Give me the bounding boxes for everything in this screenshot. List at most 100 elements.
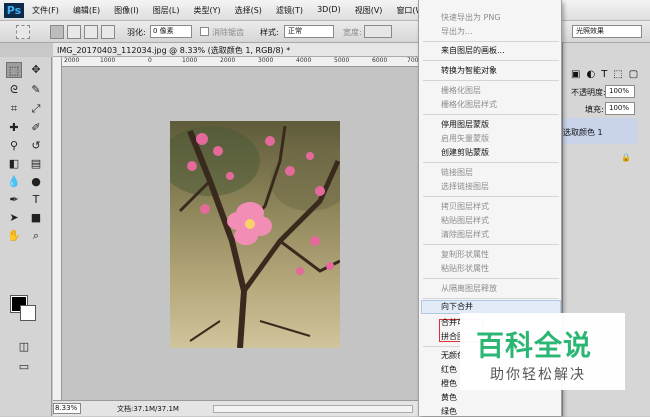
marquee-preset-icon[interactable] [16,25,30,39]
menu-link-layers[interactable]: 链接图层 [441,168,473,178]
menu-separator [423,244,559,245]
path-select-icon[interactable]: ➤ [6,210,22,226]
menu-copy-layer-style[interactable]: 拷贝图层样式 [441,202,489,212]
watermark-subtitle: 助你轻松解决 [490,367,586,383]
zoom-icon[interactable]: ⌕ [28,228,44,244]
menu-type[interactable]: 类型(Y) [193,5,220,16]
dodge-icon[interactable]: ● [28,174,44,190]
menu-enable-vector-mask[interactable]: 启用矢量蒙版 [441,134,489,144]
style-select[interactable]: 正常 [284,25,334,38]
menu-edit[interactable]: 编辑(E) [73,5,100,16]
ruler-tick-label: 2000 [220,57,236,64]
layer-name: 选取颜色 1 [563,128,603,137]
menu-export-as[interactable]: 导出为... [441,27,473,37]
hand-icon[interactable]: ✋ [6,228,22,244]
menu-release-from-isolation[interactable]: 从隔离图层释放 [441,284,497,294]
ruler-tick-label: 0 [148,57,152,64]
menu-rasterize-layer[interactable]: 栅格化图层 [441,86,481,96]
eraser-icon[interactable]: ◧ [6,156,22,172]
new-selection-icon[interactable] [50,25,64,39]
menu-view[interactable]: 视图(V) [355,5,383,16]
menu-file[interactable]: 文件(F) [32,5,59,16]
rectangle-shape-icon[interactable]: ■ [28,210,44,226]
antialias-checkbox[interactable] [200,27,209,36]
background-color-swatch[interactable] [20,305,36,321]
ruler-tick-label: 6000 [372,57,388,64]
vertical-ruler[interactable] [53,57,62,400]
subtract-selection-icon[interactable] [84,25,98,39]
lock-icon: 🔒 [621,153,631,162]
menu-paste-layer-style[interactable]: 粘贴图层样式 [441,216,489,226]
horizontal-scrollbar[interactable] [213,405,413,413]
opacity-input[interactable]: 100% [605,85,635,98]
ruler-tick-label: 4000 [296,57,312,64]
gradient-icon[interactable]: ▤ [28,156,44,172]
workspace-select[interactable]: 光照效果 [572,25,642,38]
document-tab-title: IMG_20170403_112034.jpg @ 8.33% (选取颜色 1,… [57,46,291,55]
add-selection-icon[interactable] [67,25,81,39]
clone-stamp-icon[interactable]: ⚲ [6,138,22,154]
menu-color-red[interactable]: 红色 [441,365,457,375]
menu-merge-down[interactable]: 向下合并 [441,302,473,312]
quick-select-icon[interactable]: ✎ [28,82,44,98]
menu-separator [423,80,559,81]
menu-quick-export-png[interactable]: 快速导出为 PNG [441,13,501,23]
width-input[interactable] [364,25,392,38]
menu-paste-shape-attributes[interactable]: 粘贴形状属性 [441,264,489,274]
menu-convert-smart-object[interactable]: 转换为智能对象 [441,66,497,76]
type-icon[interactable]: T [28,192,44,208]
menu-layer[interactable]: 图层(L) [153,5,180,16]
fill-label: 填充: [585,105,604,114]
rect-marquee-icon[interactable]: ⬚ [6,62,22,78]
menu-image[interactable]: 图像(I) [114,5,139,16]
ruler-tick-label: 3000 [258,57,274,64]
width-label: 宽度: [343,28,362,37]
menu-rasterize-layer-style[interactable]: 栅格化图层样式 [441,100,497,110]
menu-clear-layer-style[interactable]: 清除图层样式 [441,230,489,240]
pen-icon[interactable]: ✒ [6,192,22,208]
shape-filter-icon[interactable]: ⬚ [613,69,622,80]
history-brush-icon[interactable]: ↺ [28,138,44,154]
lasso-icon[interactable]: ᘓ [6,82,22,98]
watermark-title: 百科全说 [476,329,593,362]
adjustment-filter-icon[interactable]: ◐ [586,69,595,80]
quick-mask-icon[interactable]: ◫ [16,339,32,355]
layer-filter-icons: ▣ ◐ T ⬚ ▢ [571,69,638,80]
intersect-selection-icon[interactable] [101,25,115,39]
menu-filter[interactable]: 滤镜(T) [276,5,303,16]
feather-input[interactable]: 0 像素 [150,25,192,38]
feather-label: 羽化: [127,28,146,37]
fill-input[interactable]: 100% [605,102,635,115]
menu-color-orange[interactable]: 橙色 [441,379,457,389]
document-tab[interactable]: IMG_20170403_112034.jpg @ 8.33% (选取颜色 1,… [53,43,418,57]
menu-select-linked-layers[interactable]: 选择链接图层 [441,182,489,192]
healing-brush-icon[interactable]: ✚ [6,120,22,136]
blur-icon[interactable]: 💧 [6,174,22,190]
document-size-info[interactable]: 文档:37.1M/37.1M [117,404,179,414]
menu-select[interactable]: 选择(S) [235,5,262,16]
smart-filter-icon[interactable]: ▢ [629,69,638,80]
move-icon[interactable]: ✥ [28,62,44,78]
brush-icon[interactable]: ✐ [28,120,44,136]
opacity-label: 不透明度: [571,88,606,97]
style-label: 样式: [260,28,279,37]
ruler-tick-label: 5000 [334,57,350,64]
menu-3d[interactable]: 3D(D) [317,5,341,16]
horizontal-ruler[interactable]: 2000 1000 0 1000 2000 3000 4000 5000 600… [62,57,422,67]
zoom-level-input[interactable]: 8.33% [53,403,81,414]
menu-separator [423,41,559,42]
image-filter-icon[interactable]: ▣ [571,69,580,80]
screen-mode-icon[interactable]: ▭ [16,359,32,375]
ruler-tick-label: 1000 [182,57,198,64]
antialias-label: 消除锯齿 [212,28,244,37]
menu-disable-layer-mask[interactable]: 停用图层蒙版 [441,120,489,130]
eyedropper-icon[interactable]: ⤢ [28,101,44,117]
menu-color-yellow[interactable]: 黄色 [441,393,457,403]
layer-row-selected[interactable]: 选取颜色 1 [563,118,637,144]
menu-copy-shape-attributes[interactable]: 复制形状属性 [441,250,489,260]
canvas-photo[interactable] [170,121,340,348]
menu-artboard-from-layers[interactable]: 来自图层的画板... [441,46,505,56]
menu-create-clipping-mask[interactable]: 创建剪贴蒙版 [441,148,489,158]
type-filter-icon[interactable]: T [601,69,607,80]
crop-icon[interactable]: ⌗ [6,101,22,117]
